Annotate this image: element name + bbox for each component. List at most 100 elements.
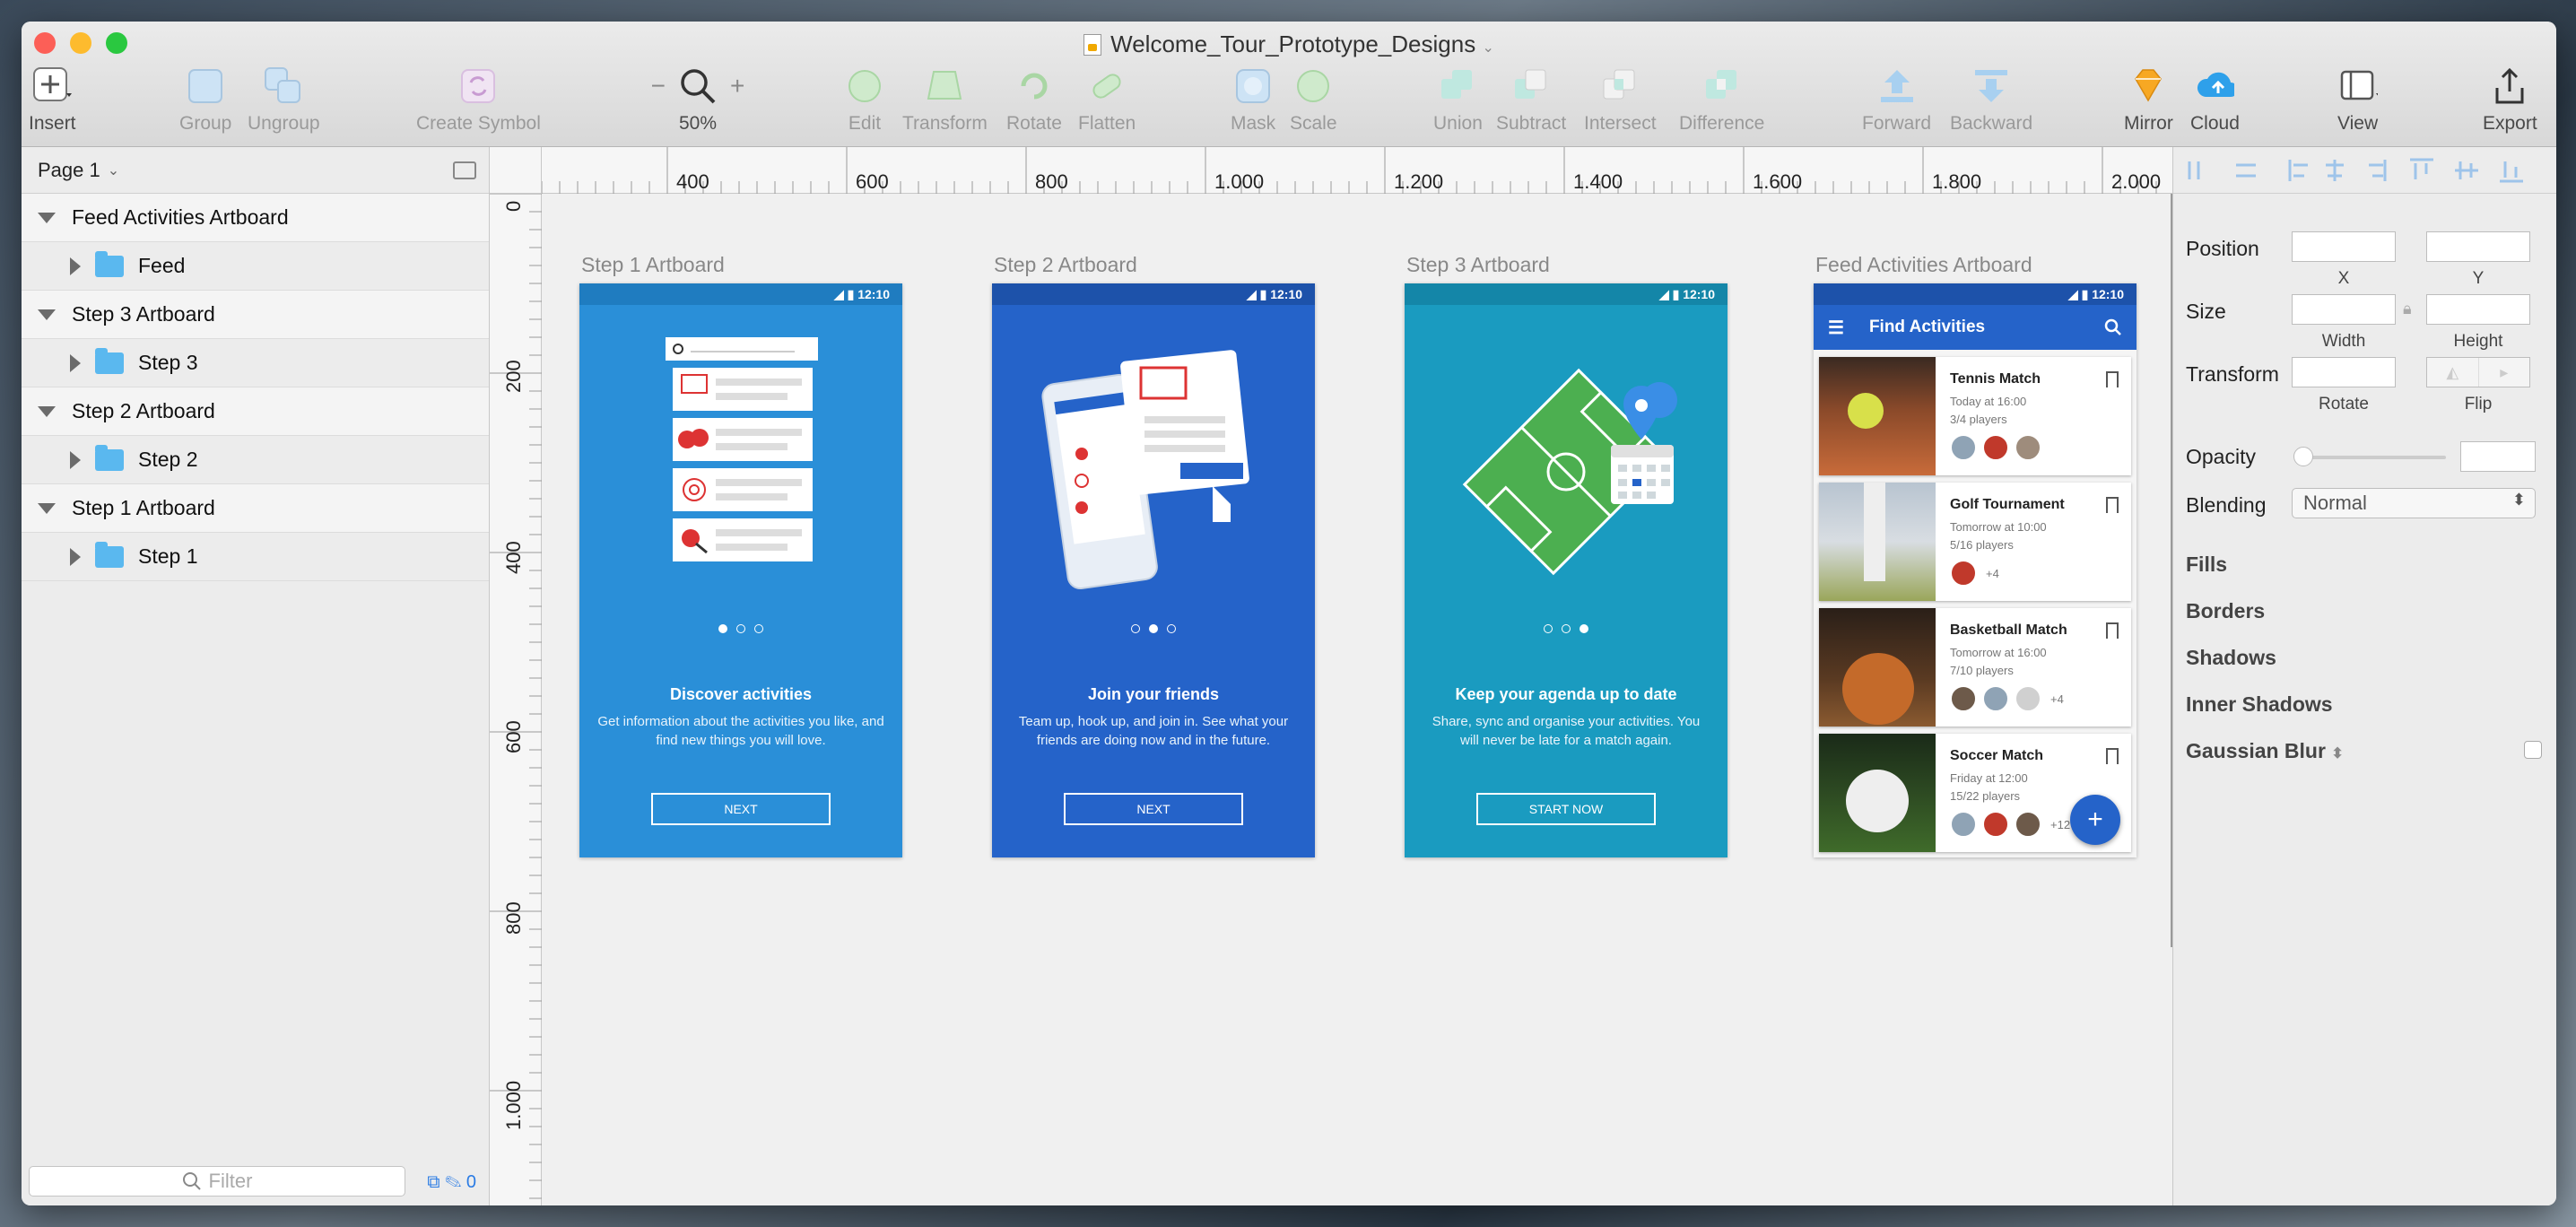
export-button[interactable]: Export (2483, 66, 2537, 135)
width-field[interactable] (2292, 294, 2396, 325)
add-activity-button[interactable]: + (2070, 795, 2120, 845)
design-canvas[interactable]: Step 1 Artboard ◢ ▮ 12:10 Discover activ… (542, 194, 2172, 1205)
menu-icon[interactable]: ☰ (1828, 317, 1844, 339)
layer-group-feed[interactable]: Feed (22, 242, 489, 291)
page-dot[interactable] (754, 624, 763, 633)
artboard-label-step2[interactable]: Step 2 Artboard (994, 253, 1137, 277)
transform-button[interactable]: Transform (902, 66, 988, 135)
subtract-button[interactable]: Subtract (1496, 66, 1566, 135)
zoom-control[interactable]: − + 50% (644, 66, 752, 135)
disclosure-closed-icon[interactable] (70, 257, 81, 275)
zoom-out-button[interactable]: − (651, 72, 666, 100)
layer-group-step3[interactable]: Step 3 (22, 339, 489, 387)
inner-shadows-section[interactable]: Inner Shadows (2186, 692, 2333, 717)
symbols-filter-icon[interactable]: ⧉ (427, 1172, 439, 1192)
disclosure-closed-icon[interactable] (70, 353, 81, 372)
blending-select[interactable]: Normal ⬍ (2292, 488, 2536, 518)
artboard-label-step1[interactable]: Step 1 Artboard (581, 253, 725, 277)
opacity-slider[interactable] (2299, 456, 2446, 459)
page-dot[interactable] (718, 624, 727, 633)
layer-group-step1[interactable]: Step 1 (22, 533, 489, 581)
next-button[interactable]: NEXT (1064, 793, 1243, 825)
view-button[interactable]: View (2337, 66, 2378, 135)
disclosure-open-icon[interactable] (38, 309, 56, 320)
borders-section[interactable]: Borders (2186, 599, 2265, 623)
lock-icon[interactable]: 🔒︎ (2403, 300, 2412, 318)
disclosure-open-icon[interactable] (38, 212, 56, 223)
edit-button[interactable]: Edit (845, 66, 884, 135)
activity-name: Soccer Match (1950, 748, 2044, 763)
alignment-toolbar (2173, 147, 2556, 194)
activity-card[interactable]: Basketball Match Tomorrow at 16:00 7/10 … (1819, 608, 2131, 727)
flip-buttons[interactable]: ◭ ▸ (2426, 357, 2530, 387)
backward-button[interactable]: Backward (1950, 66, 2032, 135)
layer-artboard-step3[interactable]: Step 3 Artboard (22, 291, 489, 339)
artboard-feed[interactable]: ◢ ▮ 12:10 ☰ Find Activities Tennis Match… (1814, 283, 2137, 857)
gaussian-blur-checkbox[interactable] (2524, 741, 2542, 759)
insert-button[interactable]: Insert (29, 66, 76, 135)
ungroup-button[interactable]: Ungroup (248, 66, 320, 135)
gaussian-blur-section[interactable]: Gaussian Blur ⬍ (2186, 739, 2344, 763)
layer-group-step2[interactable]: Step 2 (22, 436, 489, 484)
chevron-down-icon[interactable]: ⌄ (1482, 40, 1493, 56)
zoom-in-button[interactable]: + (730, 72, 744, 100)
bookmark-icon[interactable] (2106, 622, 2119, 639)
rotate-button[interactable]: Rotate (1006, 66, 1062, 135)
next-button[interactable]: NEXT (651, 793, 831, 825)
rotate-field[interactable] (2292, 357, 2396, 387)
layer-artboard-feed[interactable]: Feed Activities Artboard (22, 194, 489, 242)
page-dot[interactable] (1131, 624, 1140, 633)
page-dot[interactable] (1167, 624, 1176, 633)
mirror-button[interactable]: Mirror (2124, 66, 2173, 135)
shadows-section[interactable]: Shadows (2186, 646, 2276, 670)
vertical-ruler[interactable]: 0 200 400 600 800 1.000 (490, 194, 542, 1205)
intersect-button[interactable]: Intersect (1584, 66, 1657, 135)
page-dot[interactable] (1562, 624, 1571, 633)
opacity-field[interactable] (2460, 441, 2536, 472)
bookmark-icon[interactable] (2106, 371, 2119, 387)
x-field[interactable] (2292, 231, 2396, 262)
activity-card[interactable]: Tennis Match Today at 16:00 3/4 players (1819, 357, 2131, 475)
activity-card[interactable]: Golf Tournament Tomorrow at 10:00 5/16 p… (1819, 483, 2131, 601)
layer-filter-input[interactable]: Filter (29, 1166, 405, 1197)
disclosure-open-icon[interactable] (38, 405, 56, 417)
page-selector[interactable]: Page 1 ⌄ (22, 147, 489, 194)
flip-vertical-icon[interactable]: ▸ (2477, 358, 2530, 387)
difference-button[interactable]: Difference (1679, 66, 1764, 135)
height-field[interactable] (2426, 294, 2530, 325)
scale-button[interactable]: Scale (1290, 66, 1337, 135)
forward-button[interactable]: Forward (1862, 66, 1931, 135)
mask-button[interactable]: Mask (1231, 66, 1275, 135)
slice-filter-icon[interactable]: ✎ (445, 1172, 461, 1192)
group-button[interactable]: Group (179, 66, 231, 135)
union-button[interactable]: Union (1433, 66, 1483, 135)
page-dot[interactable] (1580, 624, 1588, 633)
page-dot[interactable] (1149, 624, 1158, 633)
artboard-label-step3[interactable]: Step 3 Artboard (1406, 253, 1550, 277)
fills-section[interactable]: Fills (2186, 553, 2227, 577)
artboard-step3[interactable]: ◢ ▮ 12:10 Keep your agenda up to date Sh… (1405, 283, 1727, 857)
artboard-step1[interactable]: ◢ ▮ 12:10 Discover activities Get inform… (579, 283, 902, 857)
flip-horizontal-icon[interactable]: ◭ (2427, 358, 2478, 387)
y-field[interactable] (2426, 231, 2530, 262)
disclosure-closed-icon[interactable] (70, 547, 81, 566)
create-symbol-button[interactable]: Create Symbol (416, 66, 541, 135)
search-icon[interactable] (2104, 318, 2122, 336)
page-dot[interactable] (736, 624, 745, 633)
horizontal-ruler[interactable]: 400 600 800 1.000 1.200 1.400 1.600 1.80… (542, 147, 2215, 194)
disclosure-open-icon[interactable] (38, 502, 56, 514)
artboard-label-feed[interactable]: Feed Activities Artboard (1815, 253, 2032, 277)
layer-artboard-step2[interactable]: Step 2 Artboard (22, 387, 489, 436)
bookmark-icon[interactable] (2106, 748, 2119, 764)
disclosure-closed-icon[interactable] (70, 450, 81, 469)
collapse-layers-icon[interactable] (453, 161, 476, 179)
artboard-step2[interactable]: ◢ ▮ 12:10 Join your friends Team up, hoo… (992, 283, 1315, 857)
blur-type-arrows-icon[interactable]: ⬍ (2331, 746, 2343, 761)
start-now-button[interactable]: START NOW (1476, 793, 1656, 825)
opacity-slider-knob[interactable] (2293, 447, 2313, 466)
page-dot[interactable] (1544, 624, 1553, 633)
layer-artboard-step1[interactable]: Step 1 Artboard (22, 484, 489, 533)
bookmark-icon[interactable] (2106, 497, 2119, 513)
cloud-button[interactable]: Cloud (2190, 66, 2240, 135)
flatten-button[interactable]: Flatten (1078, 66, 1136, 135)
